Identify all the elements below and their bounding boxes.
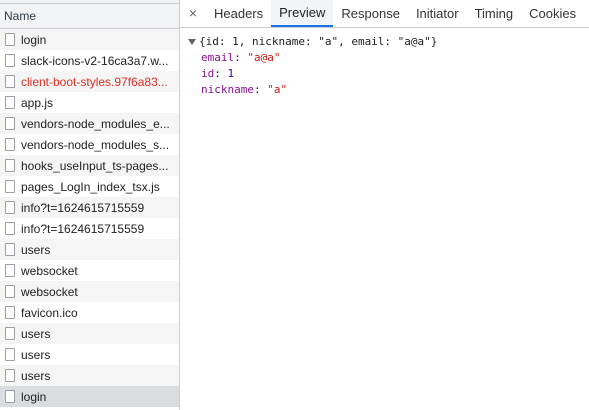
request-name: login — [21, 32, 47, 47]
request-row[interactable]: users — [0, 239, 179, 260]
request-name: pages_LogIn_index_tsx.js — [21, 179, 160, 194]
request-row[interactable]: info?t=1624615715559 — [0, 197, 179, 218]
document-icon — [5, 390, 15, 403]
document-icon — [5, 96, 15, 109]
request-row[interactable]: favicon.ico — [0, 302, 179, 323]
request-name: client-boot-styles.97f6a83... — [21, 74, 168, 89]
request-name: info?t=1624615715559 — [21, 200, 145, 215]
json-key: id — [201, 67, 215, 80]
request-row[interactable]: users — [0, 323, 179, 344]
tab-timing[interactable]: Timing — [467, 0, 522, 27]
expand-triangle-icon[interactable] — [188, 39, 196, 45]
request-row[interactable]: app.js — [0, 92, 179, 113]
document-icon — [5, 159, 15, 172]
json-colon: : — [234, 51, 248, 64]
json-summary: {id: 1, nickname: "a", email: "a@a"} — [199, 35, 438, 48]
document-icon — [5, 75, 15, 88]
json-property[interactable]: email: "a@a" — [188, 50, 589, 66]
request-name: websocket — [21, 263, 78, 278]
document-icon — [5, 264, 15, 277]
name-column-header-label: Name — [4, 9, 37, 23]
json-value: "a@a" — [247, 51, 281, 64]
request-row[interactable]: client-boot-styles.97f6a83... — [0, 71, 179, 92]
request-row[interactable]: vendors-node_modules_s... — [0, 134, 179, 155]
document-icon — [5, 327, 15, 340]
document-icon — [5, 369, 15, 382]
request-name: users — [21, 326, 51, 341]
request-name: info?t=1624615715559 — [21, 221, 145, 236]
request-row[interactable]: hooks_useInput_ts-pages... — [0, 155, 179, 176]
request-name: vendors-node_modules_e... — [21, 116, 170, 131]
request-row[interactable]: vendors-node_modules_e... — [0, 113, 179, 134]
request-name: users — [21, 242, 51, 257]
request-row[interactable]: websocket — [0, 281, 179, 302]
request-detail-panel: × Headers Preview Response Initiator Timing C… — [180, 0, 589, 410]
request-name: vendors-node_modules_s... — [21, 137, 170, 152]
json-colon: : — [214, 67, 228, 80]
request-row[interactable]: websocket — [0, 260, 179, 281]
document-icon — [5, 33, 15, 46]
preview-pane: {id: 1, nickname: "a", email: "a@a"} ema… — [180, 28, 589, 98]
tab-headers[interactable]: Headers — [206, 0, 271, 27]
document-icon — [5, 117, 15, 130]
request-name: login — [21, 389, 47, 404]
request-row[interactable]: slack-icons-v2-16ca3a7.w... — [0, 50, 179, 71]
request-name: favicon.ico — [21, 305, 78, 320]
request-name: slack-icons-v2-16ca3a7.w... — [21, 53, 169, 68]
detail-tab-bar: × Headers Preview Response Initiator Timing C… — [180, 0, 589, 28]
request-row[interactable]: users — [0, 365, 179, 386]
request-row[interactable]: users — [0, 344, 179, 365]
close-icon[interactable]: × — [186, 0, 200, 27]
document-icon — [5, 222, 15, 235]
tab-preview[interactable]: Preview — [271, 0, 334, 27]
request-row[interactable]: login — [0, 386, 179, 407]
tab-cookies[interactable]: Cookies — [521, 0, 584, 27]
tab-response[interactable]: Response — [333, 0, 408, 27]
json-properties: email: "a@a" id: 1 nickname: "a" — [188, 50, 589, 98]
json-property[interactable]: id: 1 — [188, 66, 589, 82]
request-name: websocket — [21, 284, 78, 299]
document-icon — [5, 54, 15, 67]
request-name: users — [21, 368, 51, 383]
document-icon — [5, 201, 15, 214]
document-icon — [5, 285, 15, 298]
tab-initiator[interactable]: Initiator — [408, 0, 467, 27]
document-icon — [5, 180, 15, 193]
request-row[interactable]: login — [0, 29, 179, 50]
request-list: login slack-icons-v2-16ca3a7.w... client-b… — [0, 29, 179, 407]
request-name: hooks_useInput_ts-pages... — [21, 158, 169, 173]
request-name: users — [21, 347, 51, 362]
json-value: 1 — [227, 67, 235, 80]
request-row[interactable]: info?t=1624615715559 — [0, 218, 179, 239]
json-key: email — [201, 51, 235, 64]
document-icon — [5, 348, 15, 361]
json-value: "a" — [267, 83, 288, 96]
json-tree-root[interactable]: {id: 1, nickname: "a", email: "a@a"} — [188, 34, 589, 50]
json-property[interactable]: nickname: "a" — [188, 82, 589, 98]
name-column-header[interactable]: Name — [0, 4, 179, 29]
request-row[interactable]: pages_LogIn_index_tsx.js — [0, 176, 179, 197]
devtools-network-panel: Name login slack-icons-v2-16ca3a7.w... cli… — [0, 0, 589, 410]
json-key: nickname — [201, 83, 254, 96]
document-icon — [5, 138, 15, 151]
request-list-panel: Name login slack-icons-v2-16ca3a7.w... cli… — [0, 0, 180, 410]
request-name: app.js — [21, 95, 54, 110]
document-icon — [5, 243, 15, 256]
json-colon: : — [253, 83, 268, 96]
document-icon — [5, 306, 15, 319]
